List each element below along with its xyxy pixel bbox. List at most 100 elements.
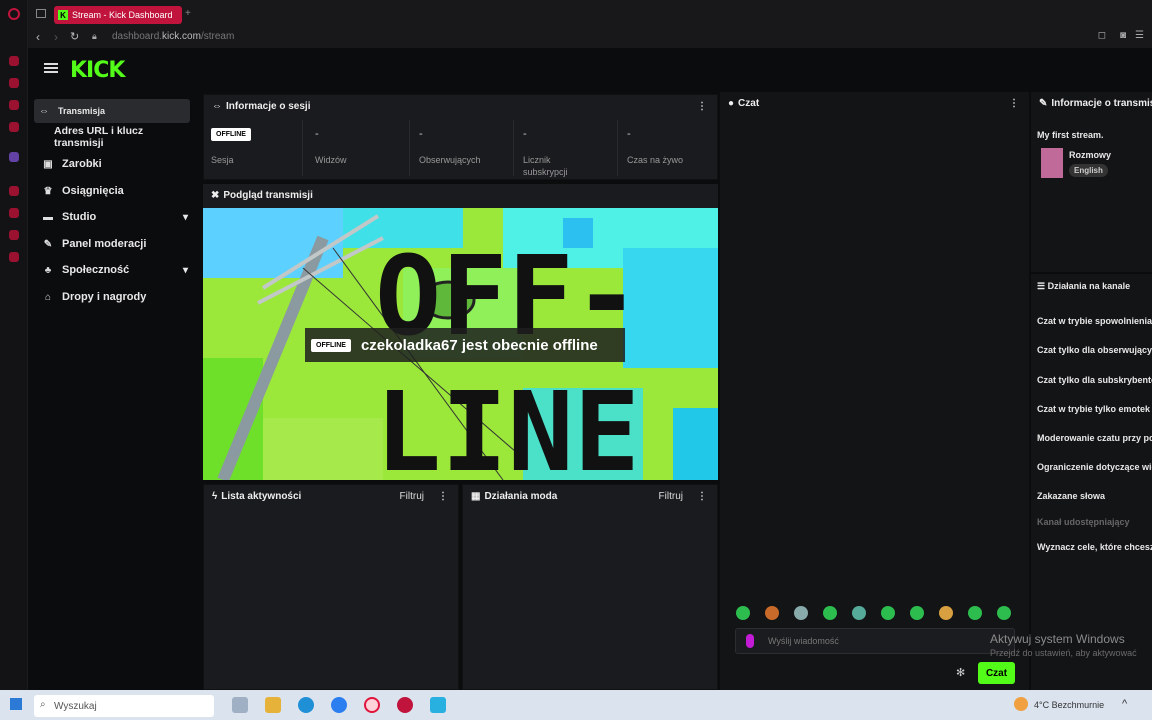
channel-action-item[interactable]: Czat w trybie tylko emotek: [1037, 404, 1150, 414]
offline-badge: OFFLINE: [311, 338, 351, 352]
emote-icon[interactable]: [852, 606, 866, 620]
menu-icon[interactable]: ☰: [1135, 30, 1144, 41]
emote-icon[interactable]: [823, 606, 837, 620]
forward-icon[interactable]: ›: [54, 30, 58, 44]
weather-icon[interactable]: [1014, 697, 1028, 711]
more-icon[interactable]: ⋮: [697, 101, 707, 112]
mod-filter-button[interactable]: Filtruj: [659, 491, 683, 502]
channel-action-item[interactable]: Kanał udostępniający: [1037, 517, 1130, 527]
channel-action-item[interactable]: Moderowanie czatu przy pomocy: [1037, 433, 1152, 443]
channel-action-item[interactable]: Zakazane słowa: [1037, 491, 1105, 501]
stat-live-time: - Czas na żywo: [627, 128, 684, 165]
activation-watermark-sub: Przejdź do ustawień, aby aktywować: [990, 648, 1137, 658]
emote-icon[interactable]: [736, 606, 750, 620]
reload-icon[interactable]: ↻: [70, 30, 79, 43]
more-icon[interactable]: ⋮: [1009, 98, 1019, 109]
messenger-icon[interactable]: [331, 697, 347, 713]
sidebar-item-dropy[interactable]: ⌂ Dropy i nagrody: [38, 285, 194, 309]
chat-input[interactable]: Wyślij wiadomość: [735, 628, 1015, 654]
opera-sidebar-icon[interactable]: [9, 208, 19, 218]
session-info-header: ⇔ Informacje o sesji ⋮: [212, 100, 707, 112]
opera-logo-icon[interactable]: [8, 8, 20, 20]
twitch-icon[interactable]: [9, 152, 19, 162]
opera-sidebar-icon[interactable]: [9, 78, 19, 88]
activity-filter-button[interactable]: Filtruj: [400, 491, 424, 502]
new-tab-icon[interactable]: +: [185, 8, 191, 19]
emote-icon[interactable]: [939, 606, 953, 620]
category-thumbnail: [1041, 148, 1063, 178]
stat-subscriptions: - Licznik subskrypcji: [515, 120, 618, 177]
opera-sidebar-icon[interactable]: [9, 122, 19, 132]
emote-icon[interactable]: [910, 606, 924, 620]
weather-text[interactable]: 4°C Bezchmurnie: [1034, 700, 1104, 710]
sidebar-item-panel-moderacji[interactable]: ✎ Panel moderacji: [38, 232, 194, 256]
sidebar-item-zarobki[interactable]: ▣ Zarobki: [38, 152, 194, 176]
opera-gx-icon[interactable]: [397, 697, 413, 713]
chevron-down-icon: ▾: [182, 211, 188, 223]
category-label: Rozmowy: [1069, 150, 1112, 160]
stat-followers: - Obserwujących: [411, 120, 514, 176]
opera-sidebar-icon[interactable]: [9, 100, 19, 110]
sidebar-item-studio[interactable]: ▬ Studio ▾: [38, 205, 194, 229]
activation-watermark: Aktywuj system Windows: [990, 632, 1125, 646]
extension-icon[interactable]: ◻: [1098, 30, 1106, 41]
browser-tab[interactable]: K Stream - Kick Dashboard: [54, 6, 182, 24]
channel-action-item[interactable]: Ograniczenie dotyczące wieku: [1037, 462, 1152, 472]
opera-sidebar-icon[interactable]: [9, 56, 19, 66]
chevron-up-icon[interactable]: ^: [1122, 698, 1127, 710]
edge-icon[interactable]: [298, 697, 314, 713]
trophy-icon: ♛: [43, 185, 53, 197]
url-field[interactable]: dashboard.kick.com/stream: [112, 31, 234, 42]
channel-action-item[interactable]: Czat tylko dla obserwujących: [1037, 345, 1152, 355]
more-icon[interactable]: ⋮: [438, 491, 448, 502]
settings-gear-icon[interactable]: ✻: [956, 666, 965, 679]
mod-actions-header: ▦ Działania moda Filtruj ⋮: [471, 490, 707, 502]
hamburger-icon[interactable]: [44, 63, 58, 73]
channel-action-item[interactable]: Czat tylko dla subskrybentów: [1037, 375, 1152, 385]
lock-icon: 🔒︎: [92, 31, 97, 41]
offline-overlay: OFFLINE czekoladka67 jest obecnie offlin…: [305, 328, 625, 362]
emote-icon[interactable]: [881, 606, 895, 620]
stream-title: My first stream.: [1037, 130, 1104, 140]
tabs-icon[interactable]: [36, 9, 46, 18]
sidebar-item-spolecznosc[interactable]: ♣ Społeczność ▾: [38, 258, 194, 282]
opera-sidebar-icon[interactable]: [9, 230, 19, 240]
chat-send-button[interactable]: Czat: [978, 662, 1015, 684]
opera-sidebar-icon[interactable]: [9, 252, 19, 262]
mod-actions-panel: ▦ Działania moda Filtruj ⋮: [462, 484, 718, 690]
channel-action-item[interactable]: Czat w trybie spowolnienia: [1037, 316, 1152, 326]
sidebar-item-osiagniecia[interactable]: ♛ Osiągnięcia: [38, 179, 194, 203]
opera-sidebar-icon[interactable]: [9, 186, 19, 196]
chat-icon: ●: [728, 97, 735, 109]
back-icon[interactable]: ‹: [36, 30, 40, 44]
channel-action-item[interactable]: Wyznacz cele, które chcesz: [1037, 542, 1152, 552]
language-badge: English: [1069, 164, 1108, 177]
camera-icon[interactable]: ◙: [1120, 30, 1126, 41]
more-icon[interactable]: ⋮: [697, 491, 707, 502]
explorer-icon[interactable]: [265, 697, 281, 713]
chat-header: ● Czat ⋮: [728, 97, 1019, 109]
broadcast-icon: ⇔: [39, 105, 49, 117]
emote-icon[interactable]: [765, 606, 779, 620]
sidebar-item-stream-key[interactable]: Adres URL i klucz transmisji: [38, 125, 194, 149]
windows-start-icon[interactable]: [10, 698, 22, 710]
address-bar: ‹ › ↻ 🔒︎ dashboard.kick.com/stream ◻ ◙ ☰: [28, 28, 1152, 48]
search-icon: ⌕: [40, 699, 46, 710]
chevron-down-icon: ▾: [182, 264, 188, 276]
studio-icon: ▬: [43, 211, 53, 223]
opera-taskbar-icon[interactable]: [364, 697, 380, 713]
chat-panel: ● Czat ⋮: [720, 92, 1029, 690]
gift-icon: ⌂: [44, 291, 52, 303]
mic-icon: [746, 634, 754, 648]
sidebar-item-transmisja[interactable]: ⇔ Transmisja: [34, 99, 190, 123]
kick-logo[interactable]: KICK: [70, 58, 125, 83]
app-icon[interactable]: [430, 697, 446, 713]
dashboard-header: [28, 48, 1152, 92]
tab-title: Stream - Kick Dashboard: [72, 10, 173, 20]
emote-icon[interactable]: [997, 606, 1011, 620]
task-view-icon[interactable]: [232, 697, 248, 713]
right-column: ✎ Informacje o transmisji My first stream…: [1031, 92, 1152, 690]
emote-icon[interactable]: [968, 606, 982, 620]
emote-icon[interactable]: [794, 606, 808, 620]
taskbar-search[interactable]: ⌕ Wyszukaj: [34, 695, 214, 717]
